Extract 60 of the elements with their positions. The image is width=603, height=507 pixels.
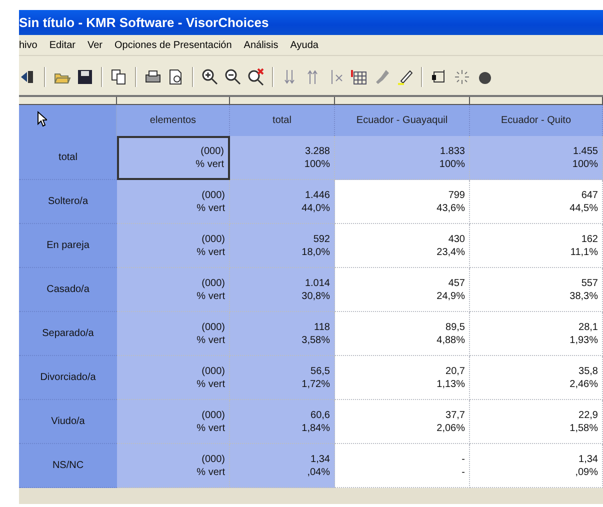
save-icon[interactable] xyxy=(76,68,94,86)
row-header: NS/NC xyxy=(19,444,117,488)
table-cell: 162 11,1% xyxy=(470,224,603,268)
column-header: Ecuador - Guayaquil xyxy=(335,105,470,136)
table-cell: 118 3,58% xyxy=(230,312,335,356)
copy-icon[interactable] xyxy=(110,68,128,86)
table-cell: 1,34 ,04% xyxy=(230,444,335,488)
window-title: Sin título - KMR Software - VisorChoices xyxy=(19,15,269,30)
row-header: En pareja xyxy=(19,224,117,268)
pencil-icon[interactable] xyxy=(396,68,414,86)
table-cell: 60,6 1,84% xyxy=(230,400,335,444)
column-header: elementos xyxy=(117,105,230,136)
table-cell: (000) % vert xyxy=(117,180,230,224)
table-cell: (000) % vert xyxy=(117,224,230,268)
row-header: Separado/a xyxy=(19,312,117,356)
zoom-out-icon[interactable] xyxy=(224,68,242,86)
menu-item[interactable]: Ver xyxy=(87,40,102,50)
menu-item[interactable]: Editar xyxy=(49,40,76,50)
table-cell: 89,5 4,88% xyxy=(335,312,470,356)
row-header: Soltero/a xyxy=(19,180,117,224)
table-cell: 1.014 30,8% xyxy=(230,268,335,312)
row-header: total xyxy=(19,136,117,180)
table-cell: 1.455 100% xyxy=(470,136,603,180)
table-cell: 557 38,3% xyxy=(470,268,603,312)
column-header: total xyxy=(230,105,335,136)
menu-item[interactable]: Ayuda xyxy=(290,40,318,50)
table-cell: (000) % vert xyxy=(117,268,230,312)
table-cell: 799 43,6% xyxy=(335,180,470,224)
table-cell: 1,34 ,09% xyxy=(470,444,603,488)
table-cell: 56,5 1,72% xyxy=(230,356,335,400)
menu-item[interactable]: Opciones de Presentación xyxy=(114,40,232,50)
table-cell: 647 44,5% xyxy=(470,180,603,224)
table-cell: 28,1 1,93% xyxy=(470,312,603,356)
row-header: Casado/a xyxy=(19,268,117,312)
table-cell: (000) % vert xyxy=(117,356,230,400)
menu-item[interactable]: Análisis xyxy=(244,40,278,50)
table-cell: (000) % vert xyxy=(117,312,230,356)
table-cell: 1.446 44,0% xyxy=(230,180,335,224)
mouse-cursor-icon xyxy=(37,111,47,127)
table-cell: (000) % vert xyxy=(117,444,230,488)
table-cell: 430 23,4% xyxy=(335,224,470,268)
table-icon[interactable] xyxy=(350,68,368,86)
table-cell: 35,8 2,46% xyxy=(470,356,603,400)
row-header: Divorciado/a xyxy=(19,356,117,400)
column-header: Ecuador - Quito xyxy=(470,105,603,136)
table-cell: 3.288 100% xyxy=(230,136,335,180)
zoom-in-icon[interactable] xyxy=(201,68,219,86)
table-cell: 22,9 1,58% xyxy=(470,400,603,444)
menu-item[interactable]: hivo xyxy=(19,40,38,50)
table-cell: 457 24,9% xyxy=(335,268,470,312)
table-cell: (000) % vert xyxy=(117,136,230,180)
table-cell: - - xyxy=(335,444,470,488)
zoom-cancel-icon[interactable] xyxy=(247,68,265,86)
table-cell: 37,7 2,06% xyxy=(335,400,470,444)
table-cell: (000) % vert xyxy=(117,400,230,444)
row-header: Viudo/a xyxy=(19,400,117,444)
table-cell: 20,7 1,13% xyxy=(335,356,470,400)
table-cell: 1.833 100% xyxy=(335,136,470,180)
table-cell: 592 18,0% xyxy=(230,224,335,268)
sparkle-icon[interactable] xyxy=(453,68,471,86)
